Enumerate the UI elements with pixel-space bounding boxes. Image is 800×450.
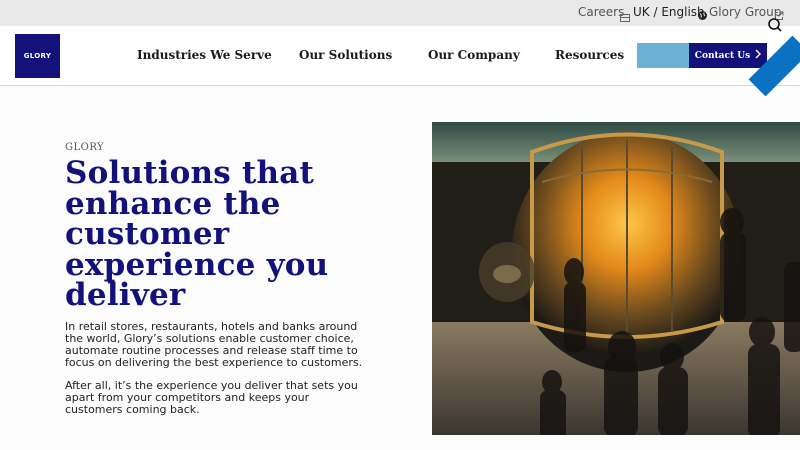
contact-us-button[interactable]: Contact Us bbox=[689, 43, 767, 68]
nav-solutions[interactable]: Our Solutions bbox=[299, 48, 392, 62]
contact-us-label: Contact Us bbox=[694, 50, 751, 61]
hero-paragraph-2: After all, it’s the experience you deliv… bbox=[65, 379, 358, 416]
globe-icon bbox=[697, 6, 708, 25]
nav-industries[interactable]: Industries We Serve bbox=[137, 48, 272, 62]
careers-link[interactable]: Careers bbox=[578, 5, 624, 19]
glory-logo[interactable]: GLORY bbox=[15, 34, 60, 78]
briefcase-icon bbox=[620, 7, 630, 26]
nav-company[interactable]: Our Company bbox=[428, 48, 520, 62]
utility-bar: Careers UK / English Glory Group bbox=[0, 0, 800, 26]
language-selector[interactable]: UK / English bbox=[633, 5, 705, 19]
search-field[interactable] bbox=[637, 43, 691, 68]
chevron-right-icon bbox=[755, 49, 762, 62]
search-icon[interactable] bbox=[766, 17, 782, 37]
nav-resources[interactable]: Resources bbox=[555, 48, 624, 62]
hero-paragraph-1: In retail stores, restaurants, hotels an… bbox=[65, 320, 363, 369]
hero-eyebrow: GLORY bbox=[65, 142, 105, 153]
main-header: GLORY Industries We Serve Our Solutions … bbox=[0, 26, 800, 86]
hero-title: Solutions that enhance the customer expe… bbox=[65, 155, 329, 313]
hero-image-revolving-door bbox=[432, 122, 800, 435]
logo-text: GLORY bbox=[23, 52, 52, 60]
